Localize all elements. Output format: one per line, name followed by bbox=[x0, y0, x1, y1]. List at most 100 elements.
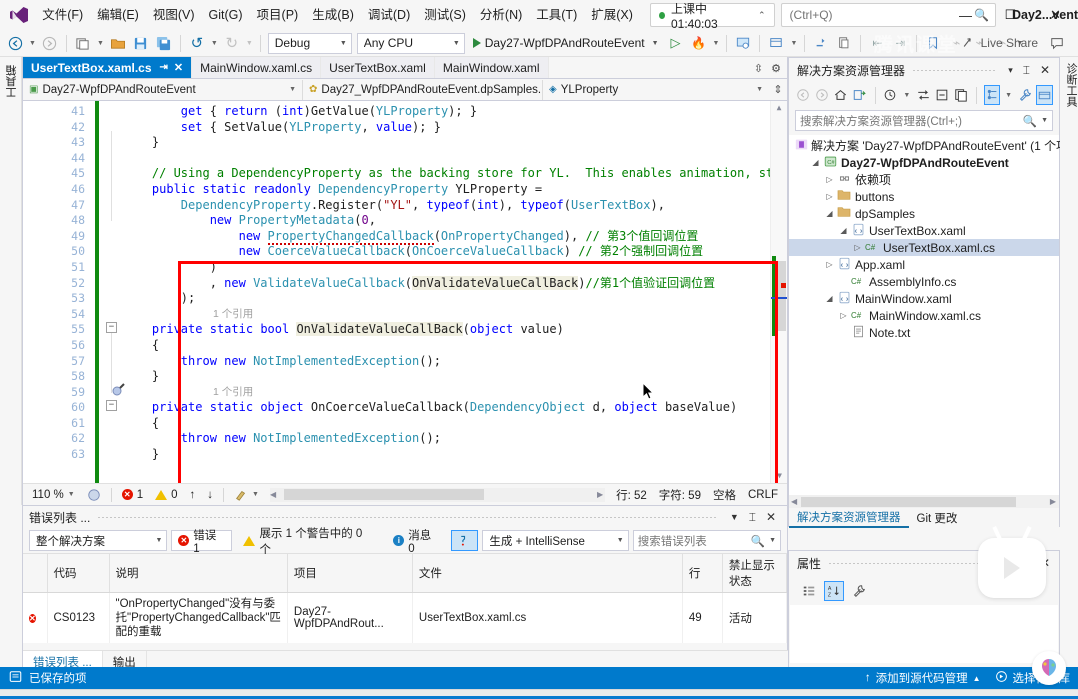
ai-assistant-icon[interactable] bbox=[1032, 651, 1066, 685]
tree-item-buttons[interactable]: ▷ buttons bbox=[789, 188, 1059, 205]
code-editor[interactable]: 41 42 43 44 45 46 47 48 49 50 51 52 53 54 55 56 57 58 59 60… bbox=[23, 101, 787, 483]
menu-view[interactable]: 视图(V) bbox=[146, 2, 202, 28]
start-debug-button[interactable]: Day27-WpfDPAndRouteEvent ▼ bbox=[468, 32, 664, 55]
code-line[interactable]: new PropertyChangedCallback(OnPropertyCh… bbox=[123, 228, 787, 245]
navbar-member-combo[interactable]: ◈ YLProperty ▼ bbox=[543, 80, 769, 100]
collapse-box-2[interactable]: − bbox=[106, 400, 117, 411]
menu-build[interactable]: 生成(B) bbox=[305, 2, 361, 28]
cleanup-document-icon[interactable]: ▼ bbox=[229, 488, 264, 502]
tree-item-mainwindow.xaml[interactable]: ◢ MainWindow.xaml bbox=[789, 290, 1059, 307]
tree-item-day27-wpfdpandrouteevent[interactable]: ◢ C# Day27-WpfDPAndRouteEvent bbox=[789, 154, 1059, 171]
col-line[interactable]: 行 bbox=[682, 554, 723, 593]
step-into-icon[interactable] bbox=[810, 32, 832, 55]
table-row[interactable]: ✕ CS0123 "OnPropertyChanged"没有与委托"Proper… bbox=[23, 592, 788, 643]
hscrollbar-thumb[interactable] bbox=[283, 489, 484, 500]
menu-tools[interactable]: 工具(T) bbox=[529, 2, 584, 28]
scroll-right-arrow-icon[interactable]: ▶ bbox=[1050, 497, 1056, 506]
editor-horizontal-scrollbar[interactable]: ◀ ▶ bbox=[269, 487, 606, 502]
menu-file[interactable]: 文件(F) bbox=[35, 2, 90, 28]
open-file-icon[interactable] bbox=[107, 32, 129, 55]
scroll-left-arrow-icon[interactable]: ◀ bbox=[270, 490, 276, 499]
chevron-down-icon[interactable]: ▼ bbox=[281, 86, 296, 93]
col-description[interactable]: 说明 bbox=[109, 554, 288, 593]
sync-with-active-document-icon[interactable] bbox=[852, 85, 868, 105]
menu-edit[interactable]: 编辑(E) bbox=[90, 2, 146, 28]
close-button[interactable]: ✕ bbox=[1033, 0, 1078, 30]
document-tab-usertextbox-cs[interactable]: UserTextBox.xaml.cs ⇥ ✕ bbox=[23, 57, 193, 78]
indentation-mode[interactable]: 空格 bbox=[708, 487, 741, 503]
tree-item-app.xaml[interactable]: ▷ App.xaml bbox=[789, 256, 1059, 273]
chevron-collapsed-icon[interactable]: ▷ bbox=[823, 260, 836, 269]
code-line[interactable]: public static readonly DependencyPropert… bbox=[123, 182, 787, 198]
outlining-column[interactable]: − − bbox=[105, 101, 119, 483]
tree-item-usertextbox.xaml.cs[interactable]: ▷ C# UserTextBox.xaml.cs bbox=[789, 239, 1059, 256]
document-tab-usertextbox-xaml[interactable]: UserTextBox.xaml bbox=[321, 57, 435, 78]
zoom-level[interactable]: 110 % ▼ bbox=[27, 489, 80, 501]
hot-reload-icon[interactable]: 🔥 bbox=[688, 32, 710, 55]
toggle-error-help-button[interactable] bbox=[451, 530, 479, 551]
code-line[interactable]: private static object OnCoerceValueCallb… bbox=[123, 400, 787, 416]
chevron-up-icon[interactable]: ▲ bbox=[973, 674, 981, 683]
layout-dropdown-icon[interactable]: ▼ bbox=[788, 40, 799, 47]
scroll-down-arrow-icon[interactable]: ▼ bbox=[771, 469, 787, 483]
chevron-down-icon[interactable]: ▼ bbox=[748, 86, 763, 93]
chevron-collapsed-icon[interactable]: ▷ bbox=[851, 243, 864, 252]
new-project-icon[interactable] bbox=[72, 32, 94, 55]
tab-list-icon[interactable]: ⇳ bbox=[754, 62, 763, 75]
wrench-icon[interactable] bbox=[1017, 85, 1033, 105]
tree-item-usertextbox.xaml[interactable]: ◢ UserTextBox.xaml bbox=[789, 222, 1059, 239]
document-tab-mainwindow-cs[interactable]: MainWindow.xaml.cs bbox=[192, 57, 322, 78]
history-icon[interactable] bbox=[882, 85, 898, 105]
home-icon[interactable] bbox=[833, 85, 849, 105]
show-all-dropdown-icon[interactable]: ▼ bbox=[1003, 92, 1014, 99]
code-line[interactable]: } bbox=[123, 447, 787, 463]
solution-configuration-combo[interactable]: Debug ▼ bbox=[267, 32, 352, 54]
live-share-button[interactable]: Live Share bbox=[961, 36, 1038, 50]
tab-git-changes[interactable]: Git 更改 bbox=[909, 508, 966, 528]
run-dropdown-icon[interactable]: ▼ bbox=[652, 40, 659, 47]
hscrollbar-thumb[interactable] bbox=[801, 496, 1016, 507]
code-line[interactable]: { bbox=[123, 338, 787, 354]
switch-views-icon[interactable] bbox=[915, 85, 931, 105]
chevron-down-icon[interactable]: ▼ bbox=[155, 537, 162, 544]
properties-wrench-icon[interactable] bbox=[849, 581, 869, 601]
preview-selected-items-icon[interactable] bbox=[1035, 85, 1053, 105]
code-line[interactable]: { bbox=[123, 416, 787, 432]
panel-dropdown-icon[interactable]: ▾ bbox=[1003, 65, 1018, 76]
error-search-box[interactable]: 搜索错误列表 🔍 ▼ bbox=[632, 530, 781, 551]
tree-item-dpsamples[interactable]: ◢ dpSamples bbox=[789, 205, 1059, 222]
chevron-collapsed-icon[interactable]: ▷ bbox=[837, 311, 850, 320]
chevron-expanded-icon[interactable]: ◢ bbox=[837, 226, 850, 235]
alphabetical-icon[interactable]: AZ bbox=[824, 581, 844, 601]
filter-errors-button[interactable]: ✕ 错误 1 bbox=[171, 530, 233, 555]
tab-settings-icon[interactable]: ⚙ bbox=[771, 62, 781, 75]
chevron-down-icon[interactable]: ▼ bbox=[617, 537, 624, 544]
scroll-left-arrow-icon[interactable]: ◀ bbox=[791, 497, 797, 506]
toolbox-vertical-tab[interactable]: 工具箱 bbox=[0, 57, 22, 505]
scroll-right-arrow-icon[interactable]: ▶ bbox=[597, 490, 603, 499]
decrease-indent-icon[interactable]: ⇤ bbox=[866, 32, 888, 55]
chevron-collapsed-icon[interactable]: ▷ bbox=[823, 192, 836, 201]
filter-messages-button[interactable]: i 消息 0 bbox=[386, 530, 447, 555]
chevron-down-icon[interactable]: ▼ bbox=[340, 40, 347, 47]
menu-analyze[interactable]: 分析(N) bbox=[473, 2, 529, 28]
menu-extensions[interactable]: 扩展(X) bbox=[584, 2, 640, 28]
navigate-forward-icon[interactable] bbox=[39, 32, 61, 55]
row-code[interactable]: CS0123 bbox=[47, 592, 110, 643]
pin-icon[interactable]: ⇥ bbox=[160, 62, 168, 73]
maximize-button[interactable]: ☐ bbox=[988, 0, 1033, 30]
col-file[interactable]: 文件 bbox=[412, 554, 683, 593]
code-line[interactable]: // Using a DependencyProperty as the bac… bbox=[123, 166, 787, 182]
minimize-button[interactable]: — bbox=[943, 0, 988, 30]
code-line[interactable] bbox=[123, 151, 787, 167]
tree-item-note.txt[interactable]: Note.txt bbox=[789, 324, 1059, 341]
filter-warnings-button[interactable]: 展示 1 个警告中的 0 个 bbox=[236, 528, 382, 556]
error-scope-combo[interactable]: 整个解决方案 ▼ bbox=[29, 530, 168, 551]
code-line[interactable]: throw new NotImplementedException(); bbox=[123, 354, 787, 370]
close-icon[interactable]: ✕ bbox=[761, 510, 781, 524]
code-line[interactable]: private static bool OnValidateValueCallB… bbox=[123, 322, 787, 338]
chevron-collapsed-icon[interactable]: ▷ bbox=[823, 175, 836, 184]
code-line[interactable]: , new ValidateValueCallback(OnValidateVa… bbox=[123, 275, 787, 292]
build-intellisense-combo[interactable]: 生成 + IntelliSense ▼ bbox=[482, 530, 629, 551]
increase-indent-icon[interactable]: ⇥ bbox=[889, 32, 911, 55]
